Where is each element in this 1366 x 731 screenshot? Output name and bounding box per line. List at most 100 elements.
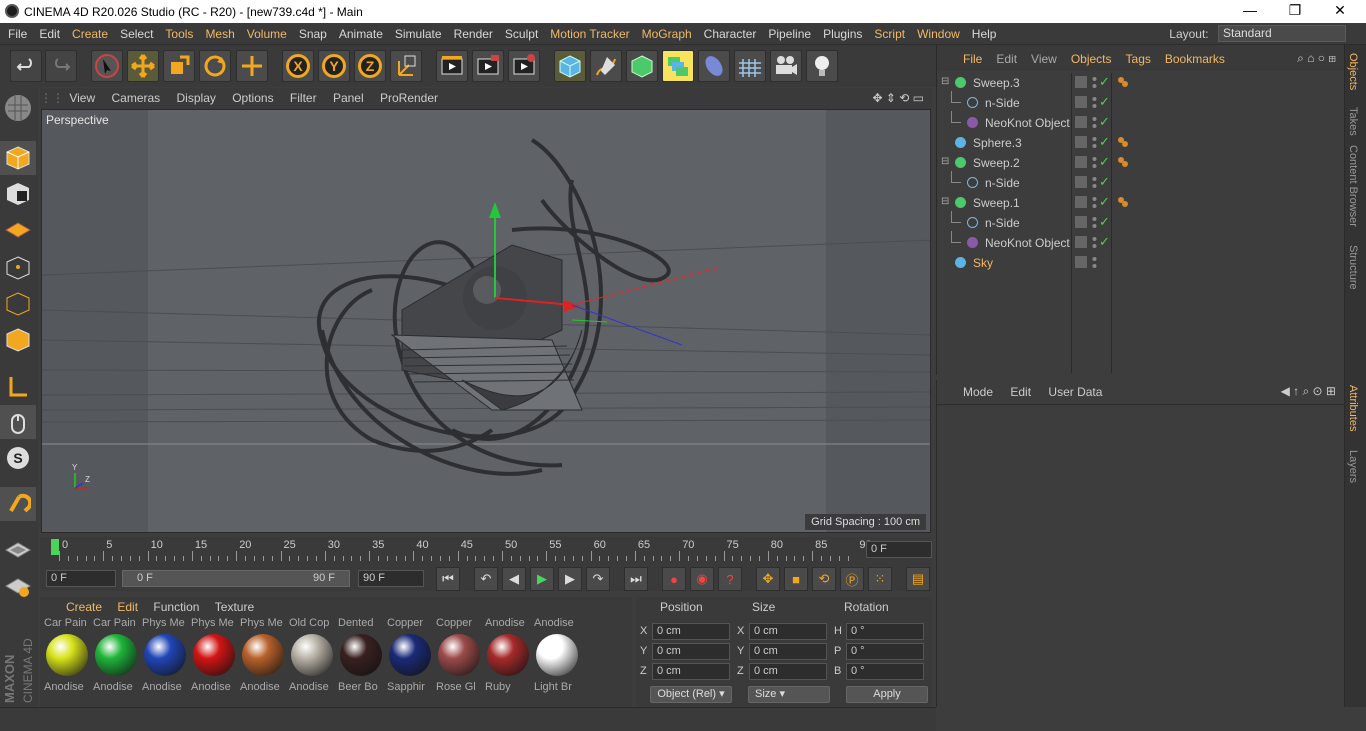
side-tab-takes[interactable]: Takes <box>1347 107 1359 136</box>
frame-range-slider[interactable]: 0 F 90 F <box>122 570 350 587</box>
solo-mode-icon[interactable] <box>0 533 36 567</box>
side-tab-layers[interactable]: Layers <box>1347 450 1359 483</box>
key-position-icon[interactable]: ✥ <box>756 567 780 591</box>
collapse-icon[interactable]: ⊟ <box>941 76 949 87</box>
material-swatch[interactable]: Copper Sapphir <box>385 617 433 693</box>
redo-icon[interactable] <box>45 50 77 82</box>
menu-help[interactable]: Help <box>966 23 1003 45</box>
enabled-check-icon[interactable]: ✓ <box>1099 154 1110 170</box>
material-menu-function[interactable]: Function <box>153 597 199 617</box>
texture-mode-icon[interactable] <box>0 177 36 211</box>
solo-hierarchy-icon[interactable] <box>0 569 36 603</box>
visibility-dots-icon[interactable] <box>1092 235 1097 251</box>
coord-pos-field[interactable]: 0 cm <box>652 643 730 660</box>
coord-rot-field[interactable]: 0 ° <box>846 623 924 640</box>
object-row[interactable]: n-Side ✓ <box>937 171 1345 193</box>
model-mode-icon[interactable] <box>0 141 36 175</box>
key-pla-icon[interactable]: ⁙ <box>868 567 892 591</box>
object-row[interactable]: ⊟ Sweep.3 ✓ <box>937 73 1345 93</box>
menu-edit[interactable]: Edit <box>33 23 66 45</box>
menu-render[interactable]: Render <box>448 23 499 45</box>
keyframe-selection-icon[interactable]: ? <box>718 567 742 591</box>
cube-icon[interactable] <box>554 50 586 82</box>
visibility-dots-icon[interactable] <box>1092 215 1097 231</box>
object-row[interactable]: n-Side ✓ <box>937 211 1345 233</box>
workplane-mode-icon[interactable] <box>0 213 36 247</box>
play-icon[interactable]: ▶ <box>530 567 554 591</box>
visibility-dots-icon[interactable] <box>1092 115 1097 131</box>
object-row[interactable]: ⊟ Sweep.1 ✓ <box>937 193 1345 213</box>
viewport-menu-panel[interactable]: Panel <box>333 88 364 109</box>
start-frame-field[interactable]: 0 F <box>46 570 116 587</box>
tweak-mode-icon[interactable] <box>0 405 36 439</box>
attribute-nav-icons[interactable]: ◀ ↑ ⌕ ⊙ ⊞ <box>1281 384 1336 399</box>
material-swatch[interactable]: Anodise Ruby <box>483 617 531 693</box>
coord-rot-field[interactable]: 0 ° <box>846 643 924 660</box>
layer-icon[interactable] <box>1075 176 1087 188</box>
size-mode-dropdown[interactable]: Size ▾ <box>748 686 830 703</box>
material-swatch[interactable]: Anodise Light Br <box>532 617 580 693</box>
last-tool-icon[interactable] <box>236 50 268 82</box>
menu-motion-tracker[interactable]: Motion Tracker <box>544 23 635 45</box>
next-key-icon[interactable]: ↷ <box>586 567 610 591</box>
material-swatch[interactable]: Old Cop Anodise <box>287 617 335 693</box>
viewport-menu-cameras[interactable]: Cameras <box>111 88 160 109</box>
attribute-menu-edit[interactable]: Edit <box>1010 380 1031 404</box>
visibility-dots-icon[interactable] <box>1092 95 1097 111</box>
layer-icon[interactable] <box>1075 256 1087 268</box>
object-menu-bookmarks[interactable]: Bookmarks <box>1165 45 1225 73</box>
scale-icon[interactable] <box>163 50 195 82</box>
visibility-dots-icon[interactable] <box>1092 255 1097 271</box>
menu-pipeline[interactable]: Pipeline <box>762 23 817 45</box>
side-tab-objects[interactable]: Objects <box>1347 53 1359 90</box>
close-button[interactable]: ✕ <box>1320 2 1360 21</box>
menu-select[interactable]: Select <box>114 23 159 45</box>
material-menu-edit[interactable]: Edit <box>117 597 138 617</box>
menu-create[interactable]: Create <box>66 23 114 45</box>
visibility-dots-icon[interactable] <box>1092 155 1097 171</box>
menu-mograph[interactable]: MoGraph <box>636 23 698 45</box>
phong-tag-icon[interactable] <box>1117 156 1129 168</box>
menu-character[interactable]: Character <box>698 23 763 45</box>
material-swatch[interactable]: Phys Me Anodise <box>189 617 237 693</box>
snapping-icon[interactable]: S <box>0 441 36 475</box>
next-frame-icon[interactable]: ▶ <box>558 567 582 591</box>
3d-viewport[interactable]: Y Z Perspective Grid Spacing : 100 cm <box>41 109 931 533</box>
coordinate-mode-dropdown[interactable]: Object (Rel) ▾ <box>650 686 732 703</box>
object-row[interactable]: NeoKnot Object ✓ <box>937 111 1345 133</box>
object-menu-view[interactable]: View <box>1031 45 1057 73</box>
pen-icon[interactable] <box>590 50 622 82</box>
visibility-dots-icon[interactable] <box>1092 195 1097 211</box>
menu-plugins[interactable]: Plugins <box>817 23 868 45</box>
menu-sculpt[interactable]: Sculpt <box>499 23 544 45</box>
phong-tag-icon[interactable] <box>1117 196 1129 208</box>
move-icon[interactable] <box>127 50 159 82</box>
minimize-button[interactable]: — <box>1230 2 1270 21</box>
object-menu-edit[interactable]: Edit <box>996 45 1017 73</box>
coordinate-system-icon[interactable] <box>390 50 422 82</box>
subdivision-icon[interactable] <box>626 50 658 82</box>
polygons-mode-icon[interactable] <box>0 323 36 357</box>
material-swatch[interactable]: Phys Me Anodise <box>140 617 188 693</box>
end-frame-field[interactable]: 90 F <box>358 570 424 587</box>
object-menu-objects[interactable]: Objects <box>1071 45 1112 73</box>
enable-axis-icon[interactable] <box>0 369 36 403</box>
edges-mode-icon[interactable] <box>0 287 36 321</box>
object-manager-tool-icons[interactable]: ⌕ ⌂ ○ ⊞ <box>1297 51 1336 66</box>
object-row[interactable]: n-Side ✓ <box>937 91 1345 113</box>
layer-icon[interactable] <box>1075 136 1087 148</box>
phong-tag-icon[interactable] <box>1117 136 1129 148</box>
magnet-icon[interactable] <box>0 487 36 521</box>
enabled-check-icon[interactable]: ✓ <box>1099 214 1110 230</box>
previous-key-icon[interactable]: ↶ <box>474 567 498 591</box>
object-row[interactable]: Sphere.3 ✓ <box>937 133 1345 153</box>
timeline-window-icon[interactable]: ▤ <box>906 567 930 591</box>
layer-icon[interactable] <box>1075 76 1087 88</box>
floor-icon[interactable] <box>734 50 766 82</box>
z-axis-icon[interactable]: Z <box>354 50 386 82</box>
menu-snap[interactable]: Snap <box>293 23 333 45</box>
enabled-check-icon[interactable]: ✓ <box>1099 194 1110 210</box>
menu-animate[interactable]: Animate <box>333 23 389 45</box>
render-picture-viewer-icon[interactable] <box>472 50 504 82</box>
viewport-menu-prorender[interactable]: ProRender <box>380 88 438 109</box>
